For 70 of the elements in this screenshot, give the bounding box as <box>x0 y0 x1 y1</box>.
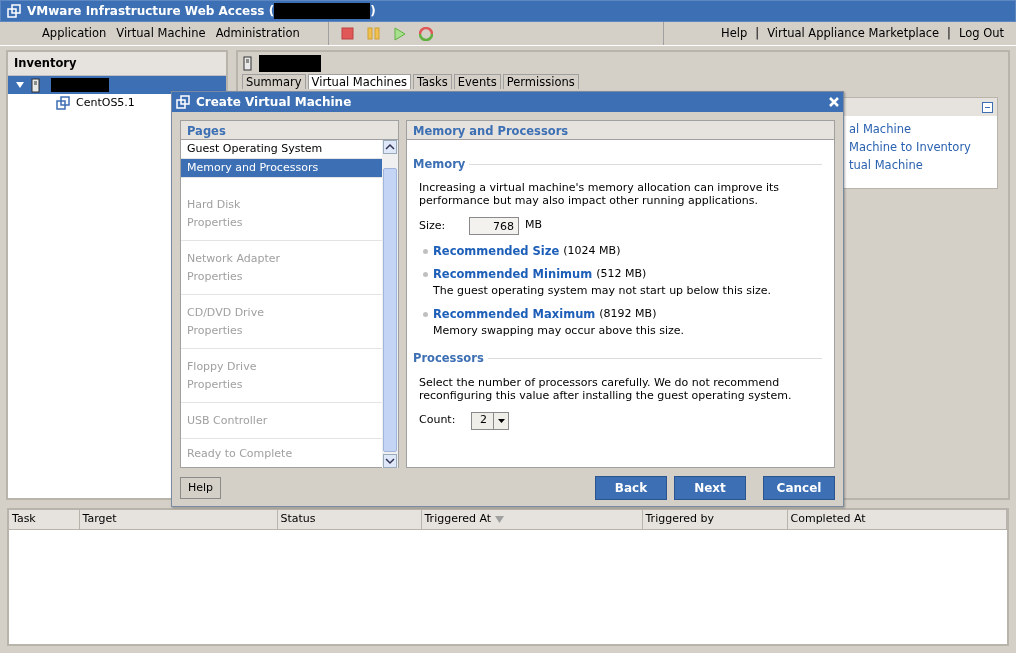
link-separator: | <box>755 24 760 42</box>
recommendation-value: (512 MB) <box>596 267 647 282</box>
tab[interactable]: Virtual Machines <box>307 74 411 89</box>
panel-header: Inventory <box>8 52 226 77</box>
virtual-machine-icon <box>176 95 190 109</box>
header-link[interactable]: Log Out <box>958 24 1004 43</box>
description-text: Increasing a virtual machine's memory allocation can improve its performance but may also impact other running applications. <box>418 181 780 208</box>
column-header[interactable]: Triggered by <box>642 510 787 529</box>
column-header[interactable]: Target <box>79 510 277 529</box>
tab[interactable]: Tasks <box>412 74 452 89</box>
field-label: Count: <box>419 412 457 429</box>
scroll-up-icon[interactable] <box>383 140 397 154</box>
app-icon <box>7 4 21 18</box>
header-link[interactable]: Help <box>721 24 748 43</box>
recommendation-link[interactable]: Recommended Size <box>433 244 560 259</box>
scrollbar[interactable] <box>382 140 398 468</box>
server-icon <box>242 55 253 71</box>
close-icon[interactable] <box>829 97 839 107</box>
unit-label: MB <box>525 217 543 234</box>
tree-item[interactable] <box>8 76 226 95</box>
dialog-title: Create Virtual Machine <box>196 94 353 111</box>
collapse-icon[interactable] <box>16 81 24 90</box>
command-link[interactable]: Machine to Inventory <box>841 138 997 156</box>
note-text: Memory swapping may occur above this size. <box>433 324 685 339</box>
column-header[interactable]: Completed At <box>787 510 1007 529</box>
section-heading: Memory <box>413 156 822 174</box>
recommendation-link[interactable]: Recommended Maximum <box>433 307 596 322</box>
server-icon <box>30 77 41 93</box>
note-text: The guest operating system may not start up below this size. <box>433 284 771 299</box>
recommendation-value: (1024 MB) <box>563 244 621 259</box>
cancel-button[interactable]: Cancel <box>763 476 835 500</box>
tab[interactable]: Permissions <box>502 74 579 89</box>
processor-count-dropdown[interactable]: 2 <box>471 411 509 430</box>
recommendation-value: (8192 MB) <box>599 307 657 322</box>
virtual-machine-icon <box>56 96 70 111</box>
command-link[interactable]: tual Machine <box>841 156 997 174</box>
column-header[interactable]: Status <box>277 510 421 529</box>
tab[interactable]: Summary <box>242 74 306 89</box>
minimize-icon[interactable] <box>982 101 993 113</box>
bullet-icon <box>423 312 428 318</box>
column-header[interactable]: Triggered At <box>421 510 642 529</box>
bullet-icon <box>423 249 428 255</box>
menu-item[interactable]: Application <box>42 24 107 43</box>
tab[interactable]: Events <box>453 74 501 89</box>
panel-header: Pages <box>181 121 398 140</box>
scroll-down-icon[interactable] <box>383 454 397 468</box>
field-label: Size: <box>419 218 447 234</box>
wizard-page-item[interactable]: Memory and Processors <box>181 159 382 178</box>
caret-icon <box>497 418 505 423</box>
help-button[interactable]: Help <box>180 476 222 500</box>
panel-header: Memory and Processors <box>407 121 834 140</box>
stop-icon[interactable] <box>340 26 355 41</box>
menu-item[interactable]: Virtual Machine <box>116 24 206 43</box>
back-button[interactable]: Back <box>595 476 667 500</box>
header-link[interactable]: Virtual Appliance Marketplace <box>767 24 940 43</box>
bullet-icon <box>423 272 428 278</box>
column-header[interactable]: Task <box>9 510 79 529</box>
redacted-block <box>259 54 321 72</box>
menu-item[interactable]: Administration <box>215 24 300 43</box>
command-link[interactable]: al Machine <box>841 120 997 138</box>
memory-size-field[interactable]: 768 <box>469 217 519 236</box>
redacted-block <box>51 78 109 93</box>
window-title: ) <box>370 3 376 20</box>
section-heading: Processors <box>413 350 822 368</box>
window-title: VMware Infrastructure Web Access ( <box>27 3 275 20</box>
description-text: Select the number of processors carefully. We do not recommend reconfiguring this value after installing the guest operating system. <box>418 375 793 402</box>
next-button[interactable]: Next <box>674 476 746 500</box>
link-separator: | <box>947 24 951 42</box>
recommendation-link[interactable]: Recommended Minimum <box>433 267 593 282</box>
scrollbar-thumb[interactable] <box>383 168 397 452</box>
